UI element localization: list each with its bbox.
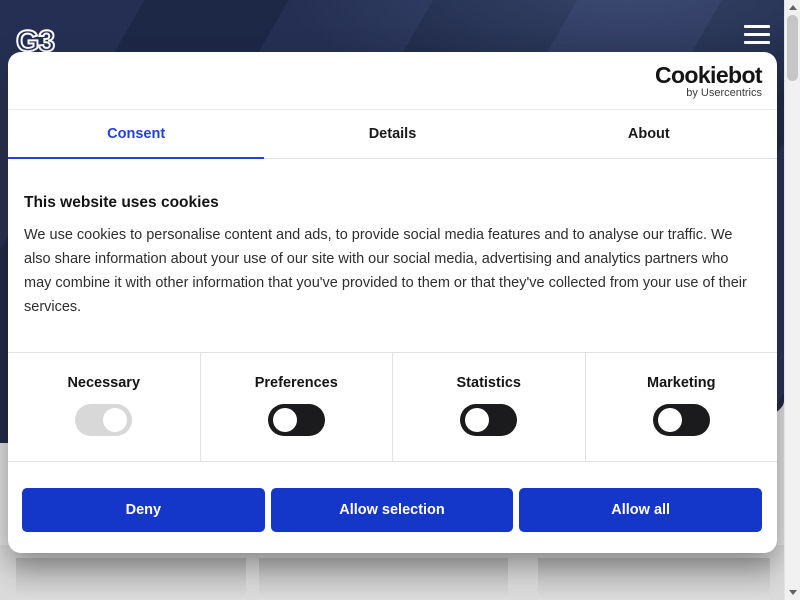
scroll-down-icon[interactable] — [789, 590, 797, 595]
dimmed-page-content — [0, 545, 784, 600]
allow-all-button[interactable]: Allow all — [519, 488, 762, 532]
toggle-knob — [465, 408, 489, 432]
category-statistics: Statistics — [393, 353, 586, 461]
toggle-knob — [103, 408, 127, 432]
g3-logo-text: G3 — [16, 25, 54, 55]
cookiebot-byline: by Usercentrics — [655, 87, 762, 99]
dialog-description: We use cookies to personalise content an… — [24, 223, 757, 319]
cookie-consent-dialog: Cookiebot by Usercentrics Consent Detail… — [8, 52, 777, 553]
background-card — [16, 558, 246, 600]
consent-button-row: Deny Allow selection Allow all — [22, 488, 762, 532]
category-necessary: Necessary — [8, 353, 201, 461]
category-label: Statistics — [457, 375, 521, 391]
category-label: Marketing — [647, 375, 716, 391]
consent-tab-bar: Consent Details About — [8, 109, 777, 159]
allow-selection-button[interactable]: Allow selection — [271, 488, 514, 532]
g3-logo-icon: G3 — [16, 23, 64, 55]
category-label: Preferences — [255, 375, 338, 391]
cookiebot-logo[interactable]: Cookiebot by Usercentrics — [655, 63, 762, 99]
toggle-knob — [658, 408, 682, 432]
hamburger-bar — [744, 33, 770, 36]
toggle-preferences[interactable] — [268, 404, 325, 436]
cookie-category-row: Necessary Preferences Statistics Marketi… — [8, 352, 777, 462]
dialog-title: This website uses cookies — [24, 194, 219, 212]
cookiebot-wordmark: Cookiebot — [655, 63, 762, 87]
category-preferences: Preferences — [201, 353, 394, 461]
tab-consent[interactable]: Consent — [8, 110, 264, 158]
hamburger-bar — [744, 25, 770, 28]
site-logo[interactable]: G3 — [16, 23, 64, 55]
toggle-necessary[interactable] — [75, 404, 132, 436]
hamburger-bar — [744, 41, 770, 44]
deny-button[interactable]: Deny — [22, 488, 265, 532]
toggle-knob — [273, 408, 297, 432]
category-label: Necessary — [67, 375, 140, 391]
scrollbar-thumb[interactable] — [787, 15, 798, 81]
hamburger-menu-icon[interactable] — [744, 25, 770, 44]
background-card — [538, 558, 770, 600]
scrollbar[interactable] — [784, 0, 800, 600]
scroll-up-icon[interactable] — [789, 5, 797, 10]
category-marketing: Marketing — [586, 353, 778, 461]
toggle-marketing[interactable] — [653, 404, 710, 436]
tab-details[interactable]: Details — [264, 110, 520, 158]
toggle-statistics[interactable] — [460, 404, 517, 436]
background-card — [259, 558, 508, 600]
tab-about[interactable]: About — [521, 110, 777, 158]
